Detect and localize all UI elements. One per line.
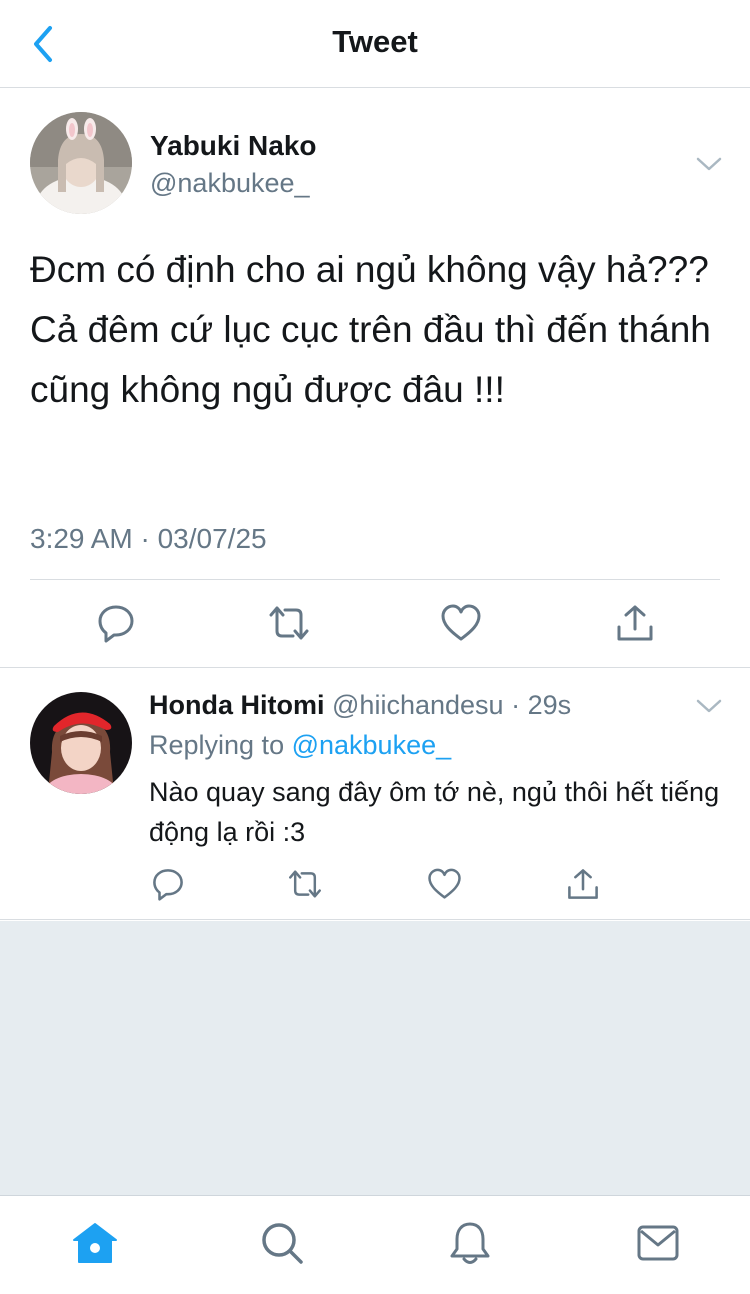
search-icon	[262, 1223, 303, 1264]
tweet-timestamp: 3:29 AM · 03/07/25	[30, 523, 267, 554]
separator-dot: ·	[511, 690, 521, 720]
author-name[interactable]: Yabuki Nako	[150, 130, 317, 162]
home-icon	[73, 1223, 117, 1263]
reply-author-handle[interactable]: @hiichandesu	[332, 690, 504, 720]
share-icon	[568, 869, 598, 899]
reply-button[interactable]	[148, 864, 188, 904]
tab-home[interactable]	[70, 1218, 120, 1268]
reply-tweet[interactable]: Honda Hitomi @hiichandesu · 29s Replying…	[0, 668, 750, 920]
top-bar: Tweet	[0, 0, 750, 88]
retweet-icon	[269, 606, 309, 640]
reply-icon	[98, 605, 134, 643]
main-tweet: Yabuki Nako @nakbukee_ Đcm có định cho a…	[0, 88, 750, 668]
mail-icon	[637, 1225, 679, 1261]
reply-author-name[interactable]: Honda Hitomi	[149, 690, 325, 720]
share-icon	[617, 605, 653, 641]
tweet-text: Đcm có định cho ai ngủ không vậy hả??? C…	[30, 249, 711, 410]
replying-to-label: Replying to	[149, 730, 292, 760]
heart-icon	[441, 604, 481, 641]
bell-icon	[450, 1222, 490, 1264]
replying-to-link[interactable]: @nakbukee_	[292, 730, 452, 760]
reply-button[interactable]	[93, 600, 139, 646]
retweet-button[interactable]	[266, 600, 312, 646]
tab-notifications[interactable]	[445, 1218, 495, 1268]
empty-area	[0, 921, 750, 1195]
tab-search[interactable]	[257, 1218, 307, 1268]
like-button[interactable]	[438, 600, 484, 646]
reply-text: Nào quay sang đây ôm tớ nè, ngủ thôi hết…	[149, 777, 720, 847]
reply-icon	[153, 869, 183, 901]
chevron-down-icon[interactable]	[694, 696, 724, 716]
share-button[interactable]	[563, 864, 603, 904]
share-button[interactable]	[612, 600, 658, 646]
avatar[interactable]	[30, 112, 132, 214]
divider	[30, 579, 720, 580]
reply-time: 29s	[527, 690, 572, 720]
avatar[interactable]	[30, 692, 132, 794]
reply-header: Honda Hitomi @hiichandesu · 29s	[149, 690, 571, 721]
page-title: Tweet	[332, 24, 418, 59]
author-handle[interactable]: @nakbukee_	[150, 168, 310, 199]
retweet-button[interactable]	[285, 864, 325, 904]
retweet-icon	[289, 870, 321, 898]
replying-to: Replying to @nakbukee_	[149, 730, 451, 761]
like-button[interactable]	[424, 864, 464, 904]
tab-messages[interactable]	[633, 1218, 683, 1268]
heart-icon	[427, 868, 461, 899]
bottom-tab-bar	[0, 1195, 750, 1294]
chevron-down-icon[interactable]	[694, 154, 724, 174]
